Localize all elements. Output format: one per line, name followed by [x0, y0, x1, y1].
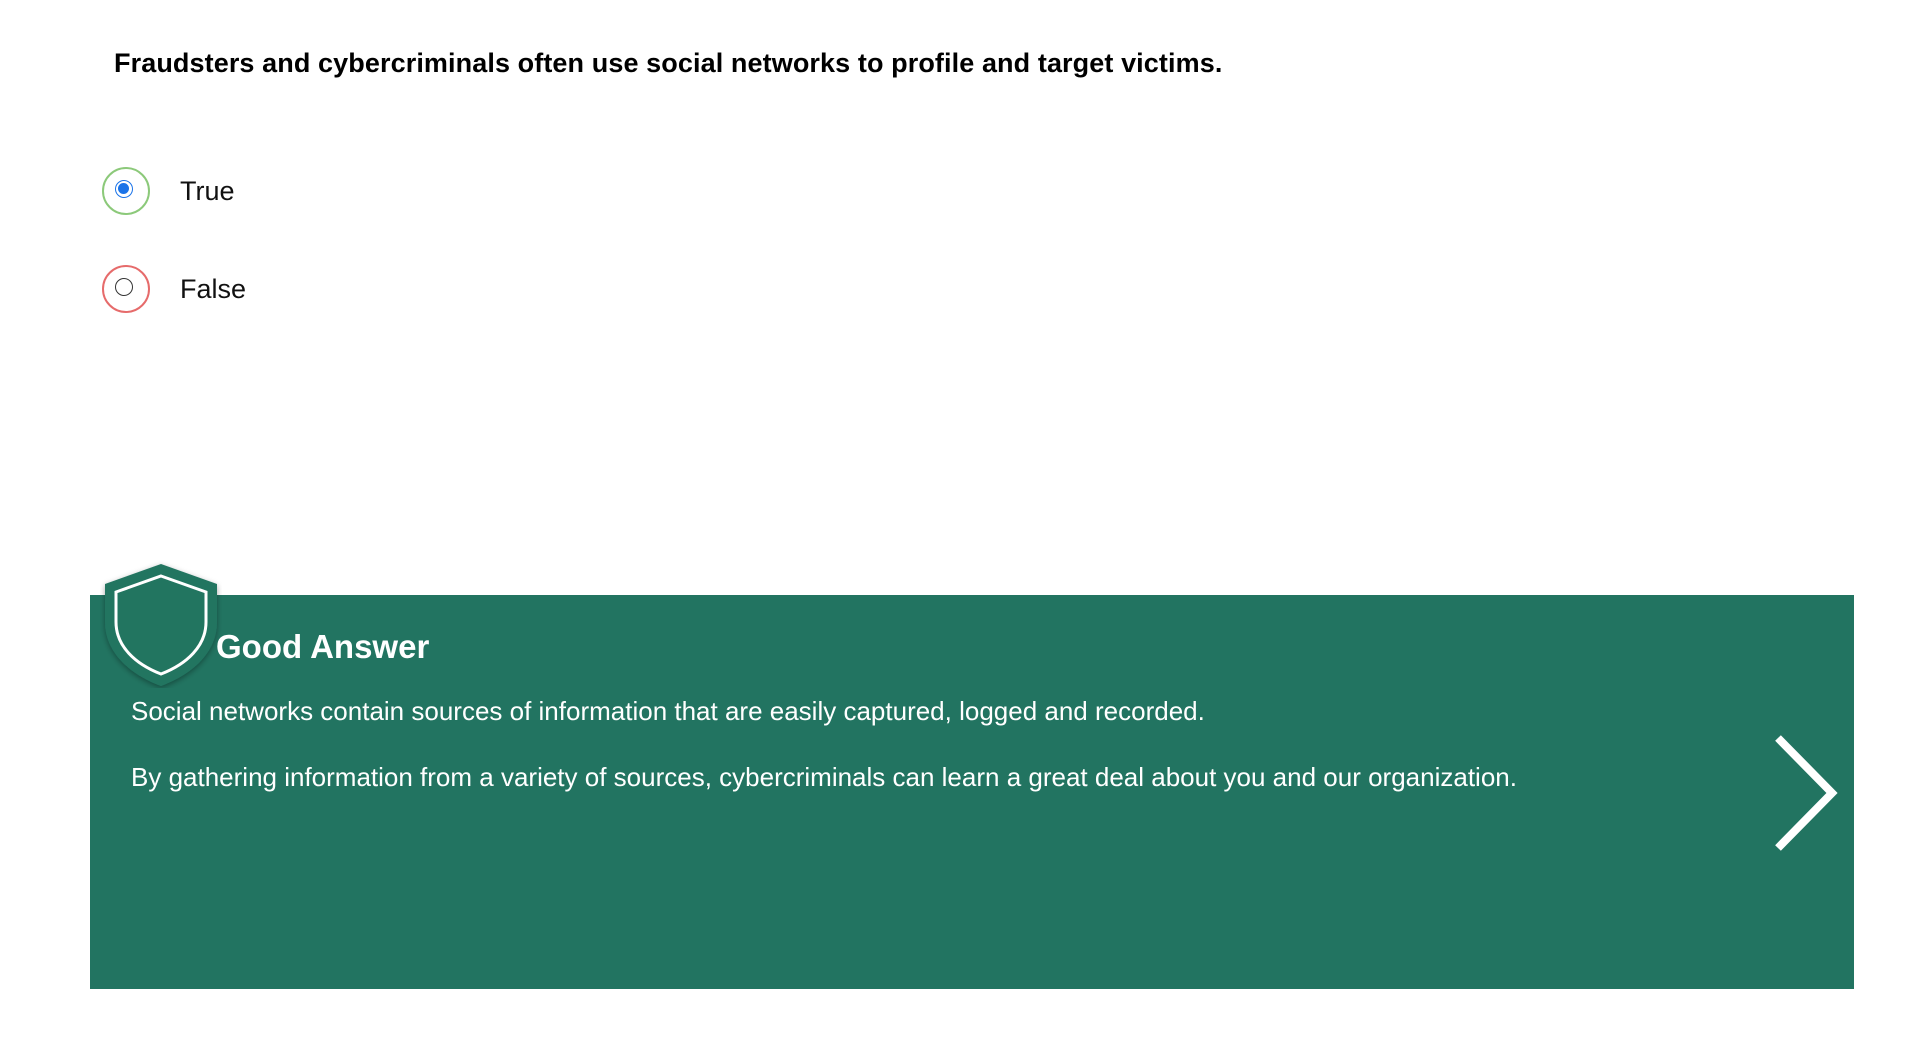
radio-ring-false[interactable]	[102, 265, 150, 313]
radio-button-true[interactable]	[115, 180, 133, 198]
option-true-label[interactable]: True	[180, 176, 235, 207]
shield-icon	[105, 564, 217, 686]
chevron-right-icon[interactable]	[1764, 730, 1844, 856]
quiz-page: Fraudsters and cybercriminals often use …	[0, 0, 1908, 1041]
feedback-paragraph-1: Social networks contain sources of infor…	[131, 696, 1205, 726]
feedback-title: Good Answer	[216, 628, 430, 665]
option-false[interactable]: False	[102, 265, 246, 313]
radio-ring-true[interactable]	[102, 167, 150, 215]
feedback-paragraph-2: By gathering information from a variety …	[131, 762, 1517, 792]
option-true[interactable]: True	[102, 167, 235, 215]
question-text: Fraudsters and cybercriminals often use …	[114, 48, 1223, 78]
option-false-label[interactable]: False	[180, 274, 246, 305]
radio-button-false[interactable]	[115, 278, 133, 296]
